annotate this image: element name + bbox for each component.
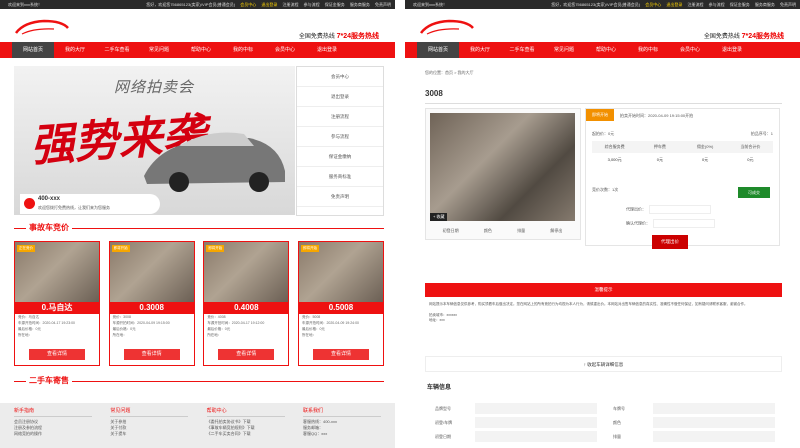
lot-number: 1	[770, 131, 773, 136]
top-bar: 欢迎来到xxx系统！ 您好，欢迎您756865123(卖家)/VIP会员(普通会…	[0, 0, 395, 9]
top-link-logout[interactable]: 退出登录	[261, 2, 277, 7]
nav-faq[interactable]: 常见问题	[543, 42, 585, 58]
nav-my-bids[interactable]: 我的中标	[222, 42, 264, 58]
car-logo-icon[interactable]	[419, 18, 475, 36]
auction-info-panel: 即将开始 拍卖开始时间：2020-04-09 19:15:00开拍 起拍价：0元…	[585, 108, 780, 249]
nav-logout[interactable]: 退出登录	[711, 42, 753, 58]
section-used-title: 二手车寄售	[14, 375, 384, 387]
breadcrumb[interactable]: 您的位置：首页 > 我的大厅	[425, 70, 474, 76]
top-link-disclaimer[interactable]: 免责声明	[780, 2, 796, 7]
section-accident-title: 事故车竞价	[14, 222, 384, 234]
nav-help[interactable]: 帮助中心	[585, 42, 627, 58]
side-menu: 会员中心 退出登录 注册流程 参与流程 保证金缴纳 服务商标准 免责声明	[296, 66, 384, 216]
nav-member[interactable]: 会员中心	[264, 42, 306, 58]
tab-notice[interactable]: 温馨提示	[425, 283, 782, 297]
nav-logout[interactable]: 退出登录	[306, 42, 348, 58]
nav-home[interactable]: 网站首页	[12, 42, 54, 58]
car-photo[interactable]: + 收藏	[430, 113, 575, 221]
hotline: 全国免费热线 7*24服务热线	[703, 33, 784, 40]
phone-icon	[24, 198, 35, 209]
user-notice: 您好，欢迎您756865123(卖家)/VIP会员(普通会员)	[146, 2, 236, 7]
side-item-register[interactable]: 注册流程	[297, 107, 383, 127]
auction-card[interactable]: 即将开始 0.5008 竞价：5008 车源开拍时间：2020-04-09 19:…	[297, 241, 384, 366]
top-link-register[interactable]: 注册流程	[283, 2, 299, 7]
vehicle-info-title: 车辆信息	[427, 385, 452, 391]
nav-hall[interactable]: 我的大厅	[459, 42, 501, 58]
main-nav: 网站首页 我的大厅 二手车查看 常见问题 帮助中心 我的中标 会员中心 退出登录	[0, 42, 395, 58]
nav-help[interactable]: 帮助中心	[180, 42, 222, 58]
top-link-member[interactable]: 会员中心	[645, 2, 661, 7]
nav-my-bids[interactable]: 我的中标	[627, 42, 669, 58]
vehicle-info-grid: 品牌型号 车牌号 初登/车牌 颜色 初登日期 排量	[435, 402, 775, 444]
photo-box: + 收藏 初登日期 颜色 排量 解停出	[425, 108, 581, 240]
view-detail-button[interactable]: 查看详情	[29, 349, 85, 360]
car-photo[interactable]: 即将开始	[298, 242, 383, 302]
auction-card[interactable]: 正在竞价 0.马自达 竞价：马自达 车源开拍时间：2020-04-17 19:23…	[14, 241, 100, 366]
hotline: 全国免费热线 7*24服务热线	[298, 33, 379, 40]
welcome-text: 欢迎来到xxx系统！	[8, 2, 42, 7]
auction-card[interactable]: 即将开始 0.4008 竞价：4008 车源开拍时间：2020-04-17 19:…	[203, 241, 290, 366]
top-link-provider[interactable]: 服务商服务	[350, 2, 370, 7]
side-item-member[interactable]: 会员中心	[297, 67, 383, 87]
side-item-process[interactable]: 参与流程	[297, 127, 383, 147]
view-detail-button[interactable]: 查看详情	[312, 349, 369, 360]
side-item-logout[interactable]: 退出登录	[297, 87, 383, 107]
footer-link[interactable]: 网络竞拍的操作	[14, 431, 92, 437]
footer-link[interactable]: 关于提车	[110, 431, 188, 437]
side-item-deposit[interactable]: 保证金缴纳	[297, 147, 383, 167]
view-detail-button[interactable]: 查看详情	[218, 349, 275, 360]
fee-table: 综合服务费 3,000元 押车费 0元 佣金(0%) 0元 当前合计价 0元	[592, 141, 773, 167]
right-screenshot: 欢迎来到xxx系统！ 您好，欢迎您756865123(卖家)/VIP会员(普通会…	[405, 0, 800, 448]
nav-hall[interactable]: 我的大厅	[54, 42, 96, 58]
proxy-bid-button[interactable]: 代理出价	[652, 235, 688, 249]
confirm-price-field[interactable]: 确认代理价：	[626, 219, 715, 228]
top-link-logout[interactable]: 退出登录	[666, 2, 682, 7]
top-link-register[interactable]: 注册流程	[688, 2, 704, 7]
nav-used-cars[interactable]: 二手车查看	[501, 42, 543, 58]
nav-member[interactable]: 会员中心	[669, 42, 711, 58]
proxy-price-field[interactable]: 代理出价：	[626, 205, 711, 214]
top-bar: 欢迎来到xxx系统！ 您好，欢迎您756865123(卖家)/VIP会员(普通会…	[405, 0, 800, 9]
nav-used-cars[interactable]: 二手车查看	[96, 42, 138, 58]
footer-link[interactable]: 《二手车买卖合同》下载	[207, 431, 285, 437]
description: 网站提示本车辆信息仅供参考，购买须看车后做出决定。您在网站上的所有竞拍行为均视为…	[429, 302, 748, 322]
thumb-label[interactable]: 解停出	[550, 228, 562, 234]
start-time: 拍卖开始时间：2020-04-09 19:15:00开拍	[620, 113, 694, 118]
main-nav: 网站首页 我的大厅 二手车查看 常见问题 帮助中心 我的中标 会员中心 退出登录	[405, 42, 800, 58]
status-badge: 即将开始	[586, 109, 614, 121]
top-link-deposit[interactable]: 保证金服务	[325, 2, 345, 7]
thumb-label[interactable]: 颜色	[484, 228, 492, 234]
footer: 新手指南 会员注册协议 注册及参拍流程 网络竞拍的操作 常见问题 关于参拍 关于付款 关于提…	[0, 403, 395, 448]
nav-home[interactable]: 网站首页	[417, 42, 459, 58]
car-photo[interactable]: 即将开始	[204, 242, 289, 302]
favorite-button[interactable]: + 收藏	[430, 213, 448, 221]
start-price: 0元	[608, 131, 615, 136]
auction-cards: 正在竞价 0.马自达 竞价：马自达 车源开拍时间：2020-04-17 19:23…	[14, 241, 384, 366]
top-link-disclaimer[interactable]: 免责声明	[375, 2, 391, 7]
auction-card[interactable]: 即将开始 0.3008 竞价：3008 车源开拍时间：2020-04-09 19:…	[108, 241, 195, 366]
top-link-provider[interactable]: 服务商服务	[755, 2, 775, 7]
top-link-member[interactable]: 会员中心	[240, 2, 256, 7]
top-link-process[interactable]: 参与流程	[304, 2, 320, 7]
car-photo[interactable]: 正在竞价	[15, 242, 99, 302]
banner-phone: 400-xxx 欢迎您拨打免费热线，让我们来为您服务	[20, 194, 160, 214]
car-photo[interactable]: 即将开始	[109, 242, 194, 302]
top-link-deposit[interactable]: 保证金服务	[730, 2, 750, 7]
left-screenshot: 欢迎来到xxx系统！ 您好，欢迎您756865123(卖家)/VIP会员(普通会…	[0, 0, 395, 448]
view-detail-button[interactable]: 查看详情	[123, 349, 180, 360]
car-image-icon	[144, 132, 285, 192]
side-item-disclaimer[interactable]: 免责声明	[297, 187, 383, 207]
car-logo-icon[interactable]	[14, 18, 70, 36]
thumb-label[interactable]: 初登日期	[443, 228, 459, 234]
side-item-standard[interactable]: 服务商标准	[297, 167, 383, 187]
top-link-process[interactable]: 参与流程	[709, 2, 725, 7]
confirm-deal-button[interactable]: 可成交	[738, 187, 770, 198]
collapse-details-button[interactable]: ↑ 收起车辆详细信息	[425, 356, 782, 372]
bid-count: 竞价次数：1次	[592, 187, 619, 192]
thumb-label[interactable]: 排量	[517, 228, 525, 234]
nav-faq[interactable]: 常见问题	[138, 42, 180, 58]
hero-banner[interactable]: 网络拍卖会 强势来袭 400-xxx 欢迎您拨打免费热线，让我们来为您服务	[14, 66, 295, 215]
banner-title: 网络拍卖会	[114, 79, 195, 96]
page-title: 3008	[425, 89, 443, 98]
